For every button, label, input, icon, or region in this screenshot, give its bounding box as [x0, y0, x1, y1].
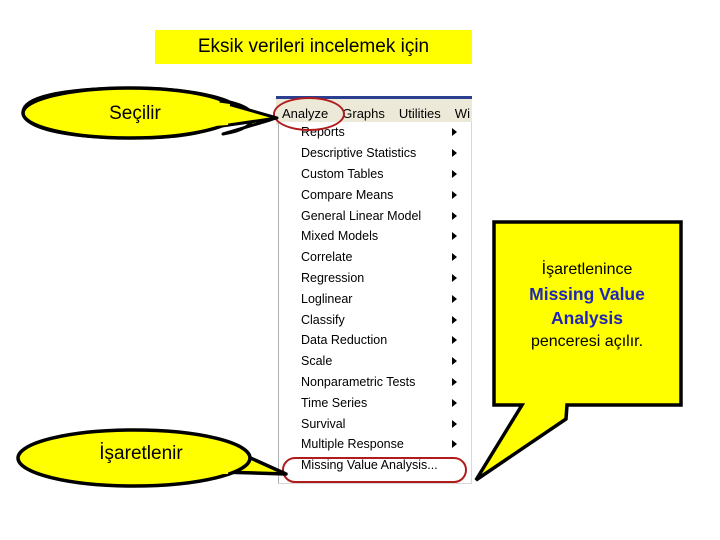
menu-item-label: Multiple Response: [301, 437, 404, 452]
menu-item-label: Nonparametric Tests: [301, 374, 416, 389]
callout-line-4: penceresi açılır.: [530, 333, 644, 350]
chevron-right-icon: [452, 398, 457, 407]
callout-isaretlenir-label: İşaretlenir: [99, 443, 183, 464]
menu-item-custom-tables[interactable]: Custom Tables: [279, 164, 471, 185]
menu-item-data-reduction[interactable]: Data Reduction: [279, 330, 471, 351]
analyze-dropdown-menu: Reports Descriptive Statistics Custom Ta…: [278, 122, 472, 484]
menu-item-label: Correlate: [301, 250, 353, 265]
menu-item-time-series[interactable]: Time Series: [279, 392, 471, 413]
page-title-banner: Eksik verileri incelemek için: [155, 30, 472, 64]
menu-item-label: Regression: [301, 270, 365, 285]
chevron-right-icon: [452, 211, 457, 220]
menu-item-classify[interactable]: Classify: [279, 309, 471, 330]
chevron-right-icon: [452, 149, 457, 158]
menu-item-mixed-models[interactable]: Mixed Models: [279, 226, 471, 247]
menu-item-label: Classify: [301, 312, 345, 327]
menu-item-multiple-response[interactable]: Multiple Response: [279, 434, 471, 455]
callout-secilir-label: Seçilir: [109, 103, 161, 124]
menu-item-label: Missing Value Analysis...: [301, 458, 438, 473]
menu-item-label: Reports: [301, 125, 345, 140]
menu-item-descriptive-statistics[interactable]: Descriptive Statistics: [279, 143, 471, 164]
chevron-right-icon: [452, 232, 457, 241]
menu-item-survival[interactable]: Survival: [279, 413, 471, 434]
menu-item-correlate[interactable]: Correlate: [279, 247, 471, 268]
chevron-right-icon: [452, 336, 457, 345]
menu-item-general-linear-model[interactable]: General Linear Model: [279, 205, 471, 226]
menu-item-loglinear[interactable]: Loglinear: [279, 288, 471, 309]
chevron-right-icon: [452, 169, 457, 178]
menu-item-label: Time Series: [301, 395, 368, 410]
menu-item-regression[interactable]: Regression: [279, 268, 471, 289]
chevron-right-icon: [452, 128, 457, 137]
spss-menu-window: Analyze Graphs Utilities Wi Reports Desc…: [276, 96, 472, 486]
chevron-right-icon: [452, 294, 457, 303]
callout-line-3: Analysis: [551, 308, 623, 328]
chevron-right-icon: [452, 357, 457, 366]
chevron-right-icon: [452, 190, 457, 199]
menu-item-reports[interactable]: Reports: [279, 122, 471, 143]
chevron-right-icon: [452, 273, 457, 282]
chevron-right-icon: [452, 377, 457, 386]
chevron-right-icon: [452, 440, 457, 449]
menu-item-label: Custom Tables: [301, 166, 384, 181]
menu-item-label: Loglinear: [301, 291, 353, 306]
menu-item-label: General Linear Model: [301, 208, 422, 223]
menu-item-label: Descriptive Statistics: [301, 146, 417, 161]
menu-item-nonparametric-tests[interactable]: Nonparametric Tests: [279, 372, 471, 393]
callout-line-1: İşaretlenince: [541, 261, 633, 278]
menu-item-label: Compare Means: [301, 187, 394, 202]
callout-line-2: Missing Value: [529, 284, 645, 304]
menu-item-missing-value-analysis[interactable]: Missing Value Analysis...: [279, 455, 471, 476]
menu-bar: Analyze Graphs Utilities Wi: [276, 96, 472, 125]
menu-item-label: Mixed Models: [301, 229, 379, 244]
menu-item-compare-means[interactable]: Compare Means: [279, 184, 471, 205]
chevron-right-icon: [452, 253, 457, 262]
chevron-right-icon: [452, 419, 457, 428]
chevron-right-icon: [452, 315, 457, 324]
menu-item-label: Survival: [301, 416, 346, 431]
menu-item-scale[interactable]: Scale: [279, 351, 471, 372]
menu-item-label: Data Reduction: [301, 333, 388, 348]
page-title: Eksik verileri incelemek için: [197, 36, 430, 57]
menu-item-label: Scale: [301, 354, 333, 369]
callout-right-box-text: İşaretlenince Missing Value Analysis pen…: [495, 258, 679, 354]
